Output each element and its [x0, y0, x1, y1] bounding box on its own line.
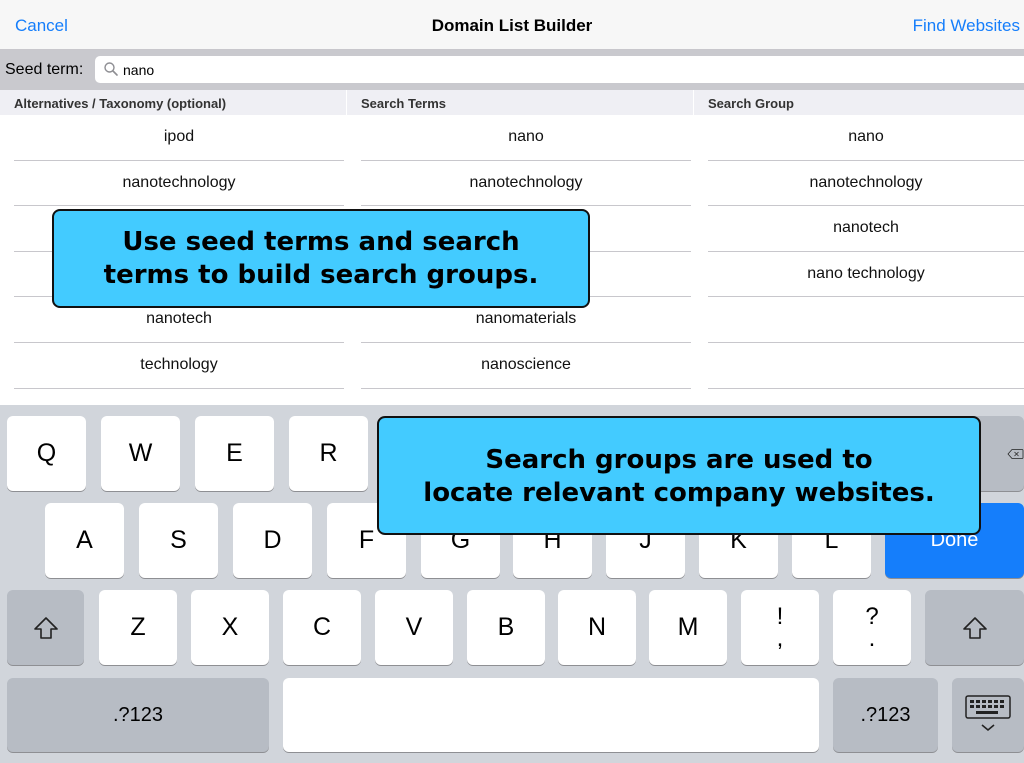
shift-icon — [33, 616, 58, 639]
key-period-label: . — [868, 624, 876, 652]
key-c[interactable]: C — [283, 590, 361, 665]
list-item[interactable]: nanoscience — [361, 343, 691, 389]
seed-term-bar: Seed term: — [0, 50, 1024, 90]
key-b[interactable]: B — [467, 590, 545, 665]
list-item[interactable]: technology — [14, 343, 344, 389]
seed-term-field[interactable] — [95, 56, 1024, 83]
list-item[interactable]: nanotechnology — [361, 161, 691, 207]
seed-term-input[interactable] — [123, 56, 1003, 83]
callout-line: terms to build search groups. — [103, 260, 539, 290]
search-group-column-header: Search Group — [694, 90, 1024, 115]
search-icon — [104, 62, 118, 76]
alternatives-column-header: Alternatives / Taxonomy (optional) — [0, 90, 346, 115]
key-m[interactable]: M — [649, 590, 727, 665]
numbers-left-button[interactable]: .?123 — [7, 678, 269, 752]
key-n[interactable]: N — [558, 590, 636, 665]
tutorial-callout-company-websites: Search groups are used to locate relevan… — [377, 416, 981, 535]
key-exclamation-comma[interactable]: ! , — [741, 590, 819, 665]
key-z[interactable]: Z — [99, 590, 177, 665]
list-item[interactable] — [708, 297, 1024, 343]
hide-keyboard-icon — [965, 695, 1011, 732]
list-item[interactable] — [708, 343, 1024, 389]
seed-term-label: Seed term: — [5, 61, 84, 78]
numbers-right-button[interactable]: .?123 — [833, 678, 938, 752]
hide-keyboard-button[interactable] — [952, 678, 1024, 752]
key-d[interactable]: D — [233, 503, 312, 578]
callout-line: locate relevant company websites. — [423, 478, 935, 508]
callout-line: Use seed terms and search — [122, 227, 520, 257]
tutorial-callout-search-groups: Use seed terms and search terms to build… — [52, 209, 590, 308]
shift-right-button[interactable] — [925, 590, 1024, 665]
space-bar[interactable] — [283, 678, 819, 752]
list-item[interactable]: nanotech — [708, 206, 1024, 252]
delete-icon — [1007, 448, 1024, 459]
list-item[interactable]: nano — [361, 115, 691, 161]
key-comma-label: , — [776, 624, 784, 652]
list-item[interactable]: nanotechnology — [14, 161, 344, 207]
page-title: Domain List Builder — [431, 16, 593, 35]
navigation-bar: Cancel Domain List Builder Find Websites — [0, 0, 1024, 50]
app-window: Cancel Domain List Builder Find Websites… — [0, 0, 1024, 763]
search-terms-column-header: Search Terms — [347, 90, 693, 115]
key-q[interactable]: Q — [7, 416, 86, 491]
shift-left-button[interactable] — [7, 590, 84, 665]
list-item[interactable]: nano technology — [708, 252, 1024, 298]
list-item[interactable]: nanotechnology — [708, 161, 1024, 207]
shift-icon — [962, 616, 987, 639]
key-question-period[interactable]: ? . — [833, 590, 911, 665]
key-r[interactable]: R — [289, 416, 368, 491]
key-a[interactable]: A — [45, 503, 124, 578]
key-w[interactable]: W — [101, 416, 180, 491]
key-s[interactable]: S — [139, 503, 218, 578]
find-websites-button[interactable]: Find Websites — [913, 16, 1020, 36]
search-group-column: Search Group nano nanotechnology nanotec… — [694, 90, 1024, 405]
callout-line: Search groups are used to — [485, 445, 873, 475]
list-item[interactable]: ipod — [14, 115, 344, 161]
list-item[interactable]: nano — [708, 115, 1024, 161]
key-v[interactable]: V — [375, 590, 453, 665]
key-e[interactable]: E — [195, 416, 274, 491]
key-x[interactable]: X — [191, 590, 269, 665]
